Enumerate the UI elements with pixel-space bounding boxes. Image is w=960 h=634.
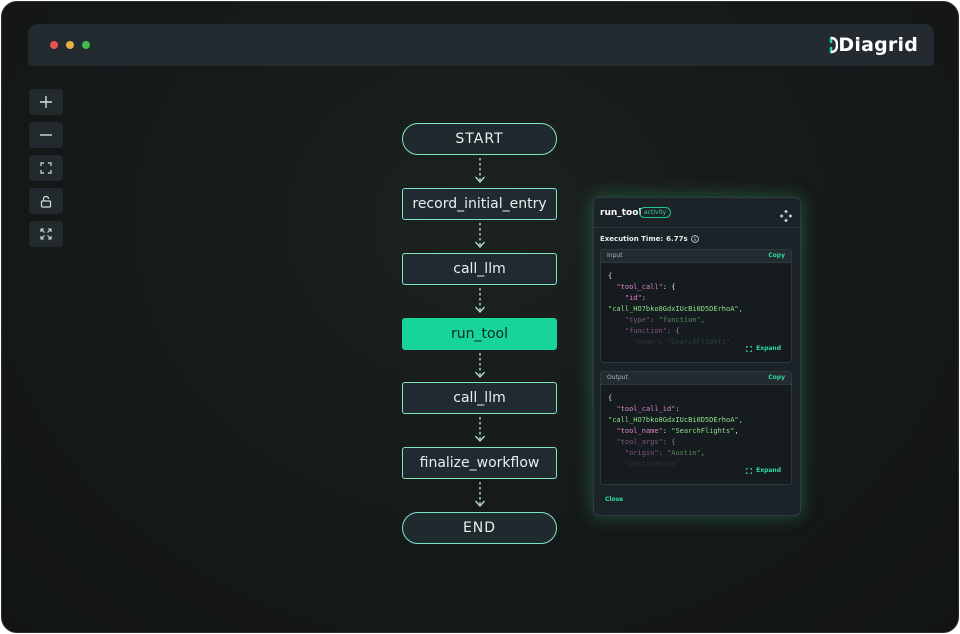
execution-time-label: Execution Time:: [600, 235, 664, 243]
brand-name: Diagrid: [838, 34, 918, 56]
minus-icon: [40, 134, 52, 136]
code-line: "call_HO7bko8GdxIUcBi0D5DErhoA",: [608, 305, 743, 313]
input-label: Input: [607, 252, 623, 259]
window-maximize-dot[interactable]: [82, 41, 90, 49]
edge-connector: [475, 288, 485, 313]
expand-icon: [746, 467, 753, 474]
code-line: "origin": "Austin",: [624, 449, 705, 457]
window-close-dot[interactable]: [50, 41, 58, 49]
workflow-node-call-llm[interactable]: call_llm: [402, 253, 557, 285]
input-copy-button[interactable]: Copy: [768, 252, 785, 259]
diagrid-logo: Diagrid: [828, 33, 918, 57]
zoom-in-button[interactable]: [29, 89, 63, 115]
edge-connector: [475, 353, 485, 378]
code-line: "call_HO7bko8GdxIUcBi0D5DErhoA",: [608, 416, 743, 424]
execution-time-value: 6.77s: [666, 235, 688, 243]
code-line: "tool_call_id":: [616, 405, 680, 413]
code-line: "function": {: [624, 327, 680, 335]
window-minimize-dot[interactable]: [66, 41, 74, 49]
expand-icon: [746, 345, 753, 352]
input-expand-label: Expand: [756, 345, 781, 352]
output-header: Output Copy: [601, 372, 791, 385]
output-section: Output Copy { "tool_call_id": "call_HO7bk…: [600, 371, 792, 485]
canvas-toolbar: [29, 89, 63, 254]
code-line: {: [608, 272, 613, 280]
code-line: "type": "function",: [624, 316, 705, 324]
workflow-node-record-initial-entry[interactable]: record_initial_entry: [402, 188, 557, 220]
info-icon[interactable]: [690, 235, 699, 243]
code-line: "id":: [624, 294, 646, 302]
output-code-block: { "tool_call_id": "call_HO7bko8GdxIUcBi0D…: [608, 393, 743, 470]
title-bar: Diagrid: [28, 24, 934, 66]
edge-connector: [475, 482, 485, 507]
input-code-block: { "tool_call": { "id": "call_HO7bko8GdxIU…: [608, 271, 743, 348]
expand-icon: [40, 228, 52, 240]
input-section: Input Copy { "tool_call": { "id": "call_H…: [600, 249, 792, 363]
code-line: "tool_args": {: [616, 438, 676, 446]
lock-button[interactable]: [29, 188, 63, 214]
diagrid-logo-icon: [828, 36, 839, 54]
output-expand-button[interactable]: Expand: [746, 467, 781, 474]
node-details-panel: run_tool activity Execution Time: 6.77s …: [593, 197, 801, 516]
output-expand-label: Expand: [756, 467, 781, 474]
zoom-out-button[interactable]: [29, 122, 63, 148]
code-line: "tool_call": {: [616, 283, 676, 291]
workflow-node-run-tool[interactable]: run_tool: [402, 318, 557, 350]
workflow-node-call-llm-2[interactable]: call_llm: [402, 382, 557, 414]
code-line: "name": "SearchFlights",: [633, 338, 735, 346]
workflow-node-finalize-workflow[interactable]: finalize_workflow: [402, 447, 557, 479]
fit-view-button[interactable]: [29, 155, 63, 181]
execution-time: Execution Time: 6.77s: [600, 235, 699, 243]
panel-header: run_tool activity: [594, 198, 800, 228]
workflow-node-end[interactable]: END: [402, 512, 557, 544]
fullscreen-button[interactable]: [29, 221, 63, 247]
input-expand-button[interactable]: Expand: [746, 345, 781, 352]
edge-connector: [475, 417, 485, 442]
move-icon[interactable]: [779, 207, 793, 226]
edge-connector: [475, 158, 485, 183]
code-line: "destination":: [624, 460, 684, 468]
close-button[interactable]: Close: [605, 496, 623, 503]
code-line: {: [608, 394, 613, 402]
output-label: Output: [607, 374, 628, 381]
code-line: "tool_name": "SearchFlights",: [616, 427, 739, 435]
edge-connector: [475, 223, 485, 248]
workflow-node-start[interactable]: START: [402, 123, 557, 155]
plus-icon: [40, 96, 52, 108]
fit-view-icon: [40, 162, 52, 174]
panel-title: run_tool: [600, 208, 642, 218]
activity-badge: activity: [639, 207, 672, 218]
app-window: Diagrid START record_initial_entry call_…: [1, 1, 959, 633]
input-header: Input Copy: [601, 250, 791, 263]
lock-icon: [40, 195, 52, 208]
output-copy-button[interactable]: Copy: [768, 374, 785, 381]
